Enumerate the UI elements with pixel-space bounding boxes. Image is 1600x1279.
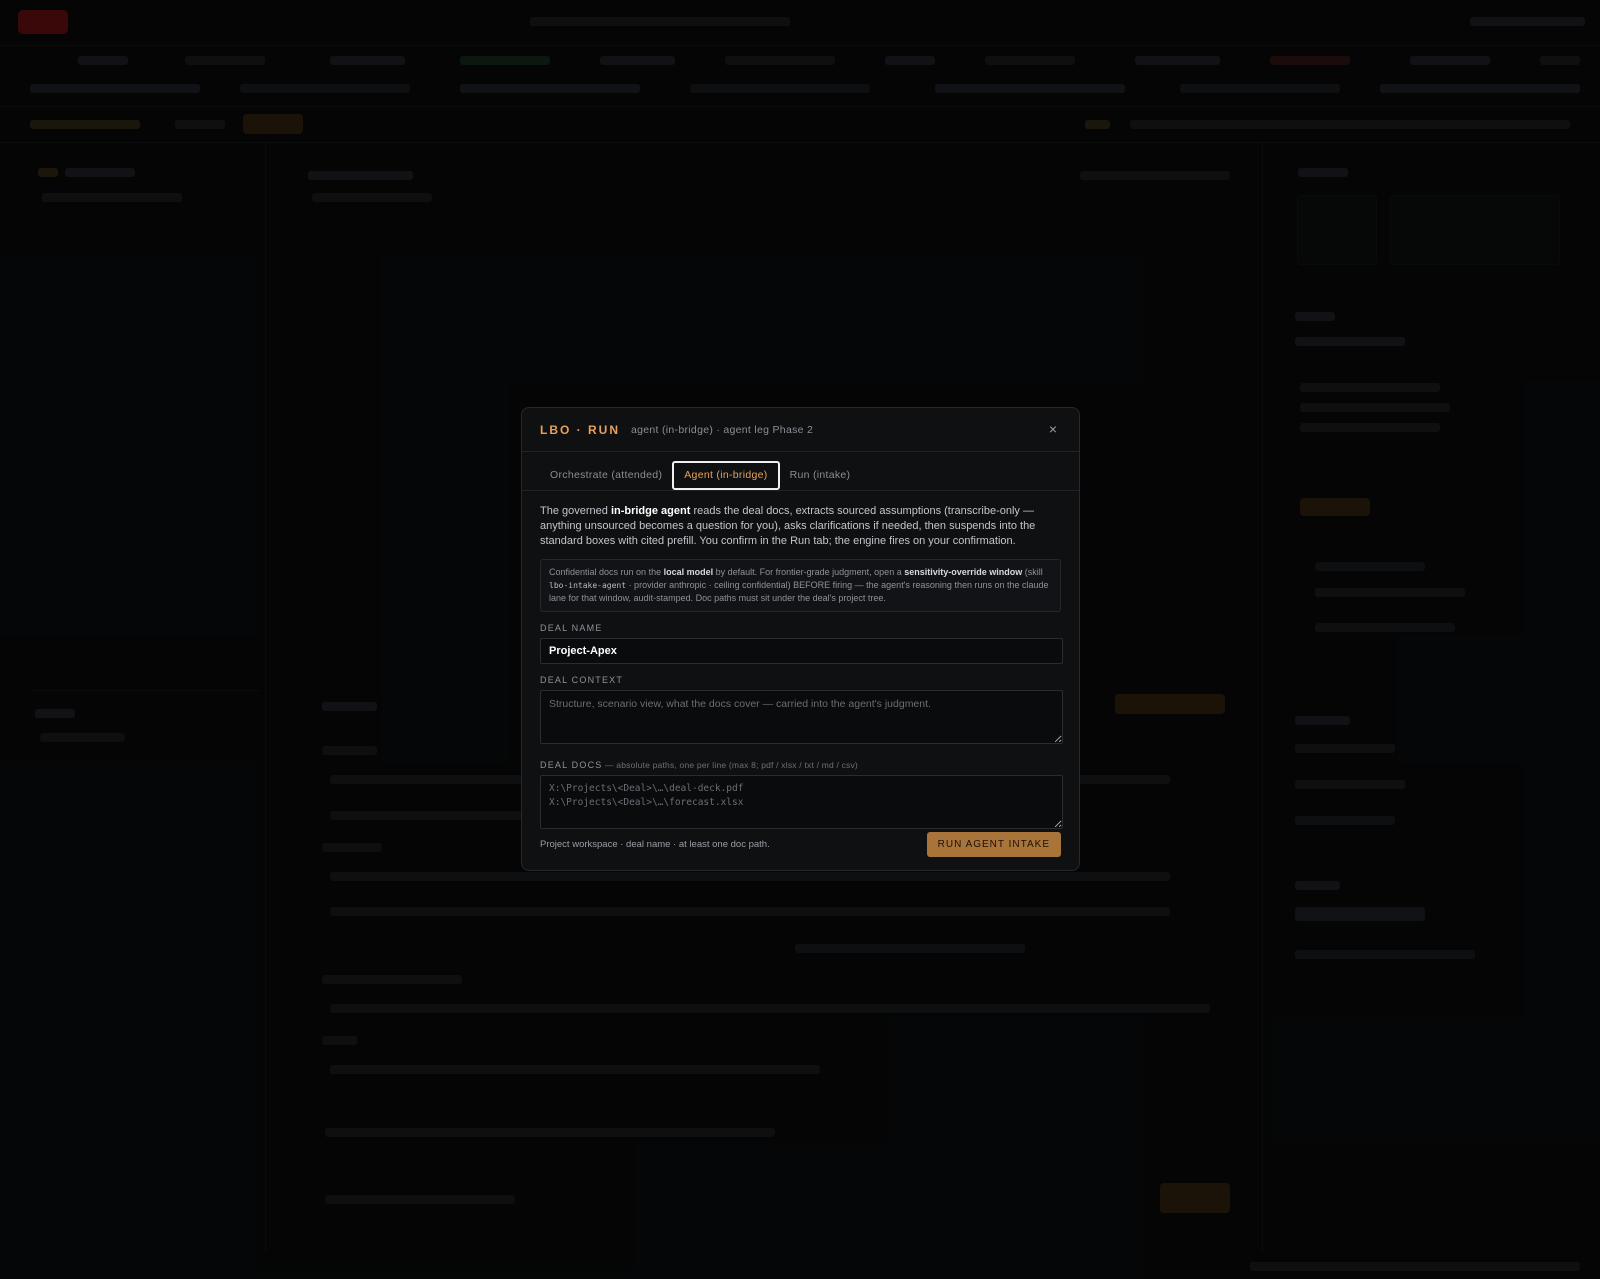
deal-docs-label: DEAL DOCS (540, 759, 603, 770)
sensitivity-note: Confidential docs run on the local model… (540, 559, 1061, 612)
deal-docs-textarea[interactable] (540, 774, 1063, 829)
note-bold: sensitivity-override window (904, 567, 1023, 577)
lbo-run-modal: LBO · RUN agent (in-bridge) · agent leg … (521, 407, 1080, 871)
note-part: (skill (1022, 567, 1043, 577)
note-part: Confidential docs run on the (549, 567, 664, 577)
deal-name-label: DEAL NAME (540, 622, 603, 633)
footer-note: Project workspace · deal name · at least… (540, 839, 770, 850)
tab-orchestrate[interactable]: Orchestrate (attended) (540, 461, 672, 490)
note-bold: local model (663, 567, 714, 577)
deal-name-input[interactable] (540, 637, 1063, 664)
deal-context-label: DEAL CONTEXT (540, 674, 624, 685)
modal-header: LBO · RUN agent (in-bridge) · agent leg … (522, 408, 1079, 452)
note-code: lbo-intake-agent (549, 580, 627, 590)
modal-title: LBO · RUN (540, 422, 620, 437)
deal-docs-label-row: DEAL DOCS — absolute paths, one per line… (540, 759, 1061, 771)
tab-agent[interactable]: Agent (in-bridge) (672, 461, 780, 490)
modal-body: The governed in-bridge agent reads the d… (522, 491, 1079, 834)
intro-text: The governed in-bridge agent reads the d… (540, 504, 1061, 549)
run-agent-intake-button[interactable]: RUN AGENT INTAKE (926, 832, 1061, 857)
tab-run-intake[interactable]: Run (intake) (780, 461, 861, 490)
modal-tabs: Orchestrate (attended) Agent (in-bridge)… (522, 452, 1079, 491)
deal-context-textarea[interactable] (540, 689, 1063, 744)
intro-bold: in-bridge agent (610, 505, 691, 517)
intro-part: The governed (540, 505, 611, 517)
modal-footer: Project workspace · deal name · at least… (540, 832, 1061, 857)
deal-docs-hint: — absolute paths, one per line (max 8; p… (602, 759, 858, 770)
modal-subtitle: agent (in-bridge) · agent leg Phase 2 (631, 423, 814, 436)
note-part: by default. For frontier-grade judgment,… (713, 567, 905, 577)
close-icon[interactable]: × (1045, 421, 1061, 437)
